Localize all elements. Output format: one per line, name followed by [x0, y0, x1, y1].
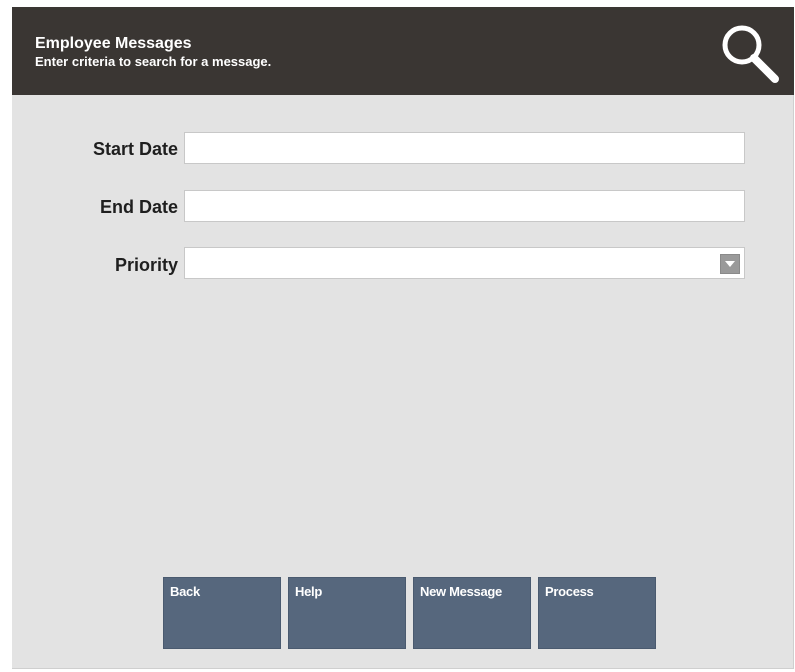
help-button-label: Help [295, 584, 322, 599]
back-button[interactable]: Back [163, 577, 281, 649]
start-date-label: Start Date [92, 139, 178, 159]
page-title: Employee Messages [35, 35, 192, 52]
page-subtitle: Enter criteria to search for a message. [35, 54, 272, 69]
start-date-input[interactable] [184, 132, 745, 164]
app-window: Employee Messages Enter criteria to sear… [12, 7, 794, 669]
priority-select[interactable] [184, 247, 745, 279]
process-button-label: Process [545, 584, 594, 599]
chevron-down-icon [725, 261, 735, 267]
process-button[interactable]: Process [538, 577, 656, 649]
header-bar: Employee Messages Enter criteria to sear… [12, 7, 794, 95]
new-message-button-label: New Message [420, 584, 502, 599]
priority-label: Priority [114, 255, 178, 275]
priority-dropdown-button[interactable] [720, 254, 740, 274]
back-button-label: Back [170, 584, 200, 599]
new-message-button[interactable]: New Message [413, 577, 531, 649]
help-button[interactable]: Help [288, 577, 406, 649]
end-date-input[interactable] [184, 190, 745, 222]
search-icon [722, 25, 779, 83]
end-date-label: End Date [99, 197, 178, 217]
